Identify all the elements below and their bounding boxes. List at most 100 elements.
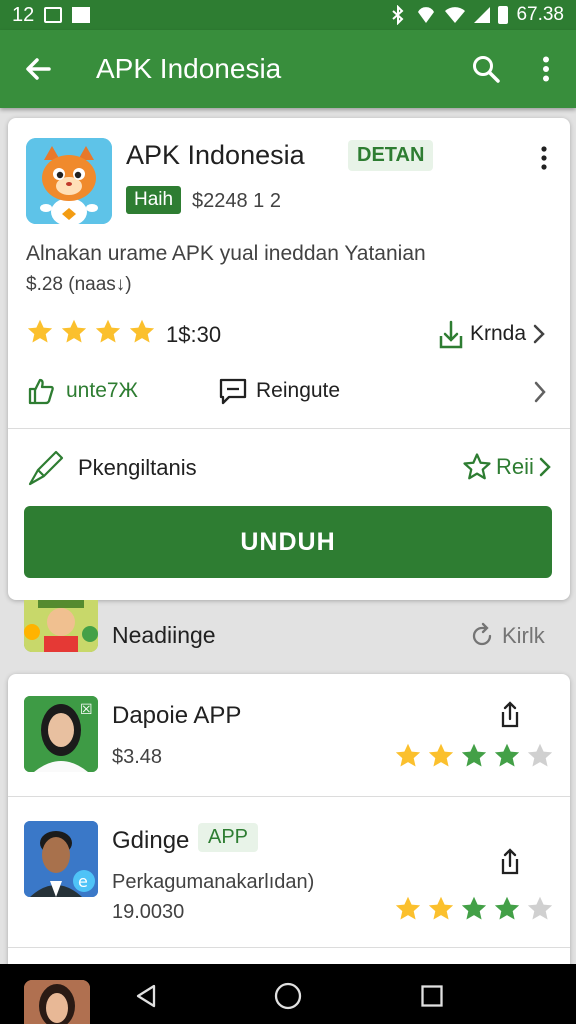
- cat-mascot-icon: [26, 138, 112, 224]
- app-description: Alnakan urame APK yual ineddan Yatanian: [26, 242, 426, 265]
- svg-text:☒: ☒: [80, 702, 93, 718]
- rating-stars: [394, 895, 554, 923]
- app-list-card: ☒ Dapoie APP $3.48 e Gdinge APP Perkagum…: [8, 674, 570, 974]
- chevron-right-icon: [533, 324, 545, 344]
- share-icon: [501, 701, 519, 728]
- share-button[interactable]: [494, 700, 524, 730]
- app-name: APK Indonesia: [126, 140, 305, 170]
- star-empty-icon: [527, 896, 553, 920]
- star-icon: [494, 743, 520, 767]
- signal-icon: [474, 7, 491, 23]
- search-button[interactable]: [456, 30, 516, 108]
- star-icon: [428, 743, 454, 767]
- rating-stars: [394, 742, 554, 770]
- avatar[interactable]: [24, 980, 90, 1024]
- download-button[interactable]: UNDUH: [24, 506, 552, 578]
- star-icon: [95, 319, 121, 343]
- battery-text: 67.38: [516, 4, 564, 25]
- battery-icon: [498, 6, 509, 24]
- app-bar: APK Indonesia: [0, 30, 576, 108]
- review-link[interactable]: Reii: [462, 452, 552, 482]
- list-item-subtitle: Perkagumanakarlıdan): [112, 871, 315, 893]
- share-button[interactable]: [494, 847, 524, 877]
- location-icon: [418, 7, 435, 23]
- permissions-label: Pkengiltanis: [78, 455, 197, 480]
- kids-app-icon: [24, 600, 98, 652]
- arrow-back-icon: [26, 58, 51, 80]
- list-item-title: Gdinge: [112, 827, 190, 854]
- more-vert-icon: [541, 146, 547, 170]
- install-label: Krnda: [470, 322, 527, 345]
- nav-back-button[interactable]: [128, 978, 164, 1014]
- nav-home-button[interactable]: [270, 978, 306, 1014]
- divider: [8, 428, 570, 429]
- status-bar: 12 67.38: [0, 0, 576, 30]
- share-icon: [501, 848, 519, 875]
- circle-home-icon: [274, 982, 302, 1010]
- permissions-row[interactable]: Pkengiltanis: [26, 448, 197, 488]
- star-icon: [61, 319, 87, 343]
- list-item-price: $3.48: [112, 746, 163, 768]
- chevron-right-icon: [539, 457, 551, 477]
- app-size: $.28 (naas↓): [26, 274, 132, 295]
- bluetooth-icon: [392, 5, 404, 25]
- comment-icon: [219, 378, 247, 405]
- app-badge: APP: [198, 823, 259, 852]
- category-tag: Haih: [126, 186, 182, 214]
- star-icon: [395, 896, 421, 920]
- star-icon: [461, 743, 487, 767]
- app-detail-card: APK Indonesia DETAN Haih $2248 1 2 Alnak…: [8, 118, 570, 600]
- svg-text:e: e: [78, 872, 88, 891]
- star-icon: [27, 319, 53, 343]
- app-meta: $2248 1 2: [192, 190, 281, 212]
- list-item-action[interactable]: Kirlk: [468, 622, 545, 650]
- thumb-up-icon: [28, 378, 54, 405]
- wifi-icon: [445, 7, 466, 23]
- overflow-menu-button[interactable]: [516, 30, 576, 108]
- more-vert-icon: [543, 56, 549, 82]
- card-menu-button[interactable]: [526, 140, 562, 176]
- star-icon: [494, 896, 520, 920]
- report-label: Reingute: [256, 379, 341, 402]
- rating-stars: [26, 318, 156, 346]
- chevron-right-icon: [534, 381, 546, 403]
- person-thumbnail: ☒: [24, 696, 98, 772]
- star-icon: [395, 743, 421, 767]
- review-label: Reii: [496, 454, 534, 479]
- star-empty-icon: [527, 743, 553, 767]
- more-actions-chevron[interactable]: [532, 380, 548, 409]
- nav-recents-button[interactable]: [414, 978, 450, 1014]
- report-action[interactable]: Reingute: [218, 376, 340, 406]
- rating-value: 1$:30: [166, 322, 222, 347]
- app-thumbnail: [24, 600, 98, 652]
- download-icon: [439, 320, 463, 349]
- install-link[interactable]: Krnda: [438, 318, 546, 350]
- divider: [8, 947, 570, 948]
- search-icon: [473, 56, 500, 83]
- detail-badge[interactable]: DETAN: [348, 140, 434, 171]
- list-item-title: Dapoie APP: [112, 702, 242, 729]
- image-notification-icon: [44, 7, 63, 23]
- list-item[interactable]: Neadiinge Kirlk: [0, 600, 576, 664]
- list-item-meta: 19.0030: [112, 901, 185, 923]
- system-nav-bar: [0, 964, 576, 1024]
- list-item[interactable]: ☒ Dapoie APP $3.48: [8, 674, 570, 796]
- list-item[interactable]: e Gdinge APP Perkagumanakarlıdan) 19.003…: [8, 797, 570, 947]
- refresh-icon: [472, 622, 492, 646]
- app-thumbnail: ☒: [24, 696, 98, 772]
- page-title: APK Indonesia: [96, 53, 282, 84]
- list-item-action-label: Kirlk: [502, 623, 545, 648]
- person-thumbnail: e: [24, 821, 98, 897]
- like-label: unte7Ж: [66, 379, 138, 402]
- list-item-title: Neadiinge: [112, 622, 216, 648]
- app-icon: [26, 138, 112, 224]
- star-icon: [461, 896, 487, 920]
- brush-icon: [28, 450, 64, 486]
- notification-icon: [72, 7, 91, 23]
- like-action[interactable]: unte7Ж: [26, 376, 138, 406]
- person-thumbnail: [24, 980, 90, 1024]
- square-recents-icon: [421, 985, 443, 1007]
- status-time: 12: [12, 3, 35, 26]
- back-button[interactable]: [0, 30, 76, 108]
- app-thumbnail: e: [24, 821, 98, 897]
